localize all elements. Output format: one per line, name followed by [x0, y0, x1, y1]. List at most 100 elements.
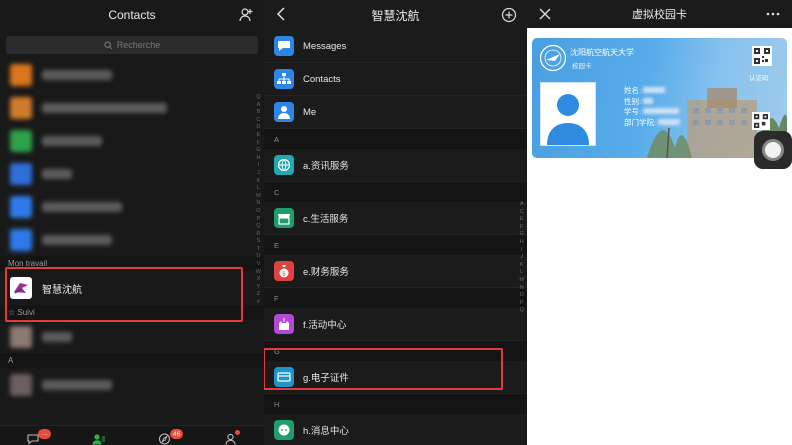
tab-contacts[interactable]	[91, 432, 105, 445]
index-letter[interactable]: E	[520, 216, 524, 224]
list-item[interactable]	[0, 368, 264, 401]
index-letter[interactable]: E	[257, 132, 261, 140]
moneybag-icon: $	[274, 261, 294, 281]
list-item-globe[interactable]: a.资讯服务	[264, 149, 527, 182]
list-item[interactable]	[0, 58, 264, 91]
index-letter[interactable]: A	[257, 102, 261, 110]
list-item-chat-bubble[interactable]: Messages	[264, 30, 527, 63]
school-emblem-icon	[539, 44, 567, 72]
list-item-shop[interactable]: c.生活服务	[264, 202, 527, 235]
org-chart-icon	[274, 69, 294, 89]
index-letter[interactable]: H	[256, 155, 260, 163]
index-letter[interactable]: J	[520, 254, 523, 262]
index-letter[interactable]: F	[257, 140, 260, 148]
index-letter[interactable]: C	[256, 117, 260, 125]
card-type: 校园卡	[572, 63, 592, 70]
index-letter[interactable]: R	[256, 231, 260, 239]
index-letter[interactable]: N	[520, 285, 524, 293]
index-letter[interactable]: Q	[520, 307, 524, 315]
tab-discover[interactable]: 46	[158, 429, 184, 445]
index-letter[interactable]: H	[520, 239, 524, 247]
index-letter[interactable]: Y	[257, 284, 261, 292]
list-item-org-chart[interactable]: Contacts	[264, 63, 527, 96]
close-icon[interactable]	[539, 8, 551, 20]
list-item-moneybag[interactable]: $ e.财务服务	[264, 255, 527, 288]
contact-name-redacted	[42, 201, 122, 212]
list-item[interactable]	[0, 223, 264, 256]
department-label: 部门学院:	[624, 117, 657, 127]
list-item[interactable]	[0, 157, 264, 190]
alphabet-index[interactable]: ACEFGHIJKLMNOPQ	[519, 201, 524, 315]
add-contact-icon[interactable]	[238, 7, 254, 23]
name-label: 姓名:	[624, 86, 642, 95]
floating-assistive-button[interactable]	[754, 131, 792, 169]
virtual-campus-card[interactable]: 沈阳航空航天大学 校园卡 认证码 姓名: 性别: 学号: 部门学院:	[532, 38, 787, 158]
contact-name-redacted	[42, 168, 72, 179]
index-letter[interactable]: B	[257, 109, 261, 117]
tab-chats[interactable]: ···	[26, 429, 51, 445]
index-letter[interactable]: S	[257, 238, 261, 246]
index-letter[interactable]: G	[256, 147, 260, 155]
index-letter[interactable]: Q	[256, 223, 260, 231]
index-letter[interactable]: V	[257, 261, 261, 269]
gender-label: 性别:	[624, 96, 642, 106]
index-letter[interactable]: P	[257, 216, 261, 224]
index-letter[interactable]: L	[520, 269, 523, 277]
contacts-header: Contacts	[0, 0, 264, 30]
contact-list	[0, 58, 264, 256]
list-item-message[interactable]: h.消息中心	[264, 414, 527, 445]
tab-me[interactable]	[224, 430, 240, 445]
index-letter[interactable]: N	[256, 200, 260, 208]
index-letter[interactable]: K	[257, 178, 261, 186]
list-item-label: Me	[303, 106, 317, 118]
index-letter[interactable]: Z	[257, 291, 260, 299]
alphabet-index[interactable]: Q A B C D E F G H I J K L M N O P Q R S T U V W X Y Z #	[256, 94, 261, 307]
chat-bubble-icon	[274, 36, 294, 56]
list-item[interactable]	[0, 190, 264, 223]
card-info: 姓名: 性别: 学号: 部门学院:	[624, 86, 681, 128]
student-id-label: 学号:	[624, 107, 642, 116]
discover-badge: 46	[170, 429, 184, 439]
list-item-label: Messages	[303, 40, 347, 52]
index-letter[interactable]: L	[257, 185, 260, 193]
list-item[interactable]	[0, 124, 264, 157]
list-item-person[interactable]: Me	[264, 96, 527, 129]
svg-text:$: $	[282, 271, 286, 278]
index-letter[interactable]: M	[519, 277, 524, 285]
list-item-label: e.财务服务	[303, 267, 349, 278]
back-icon[interactable]	[274, 6, 290, 22]
index-letter[interactable]: W	[256, 269, 261, 277]
index-letter[interactable]: M	[256, 193, 261, 201]
index-letter[interactable]: D	[256, 124, 260, 132]
index-letter[interactable]: C	[520, 209, 524, 217]
index-letter[interactable]: G	[520, 231, 524, 239]
index-letter[interactable]: K	[520, 262, 524, 270]
index-letter[interactable]: I	[258, 162, 260, 170]
highlight-box	[264, 348, 503, 390]
index-letter[interactable]: U	[256, 253, 260, 261]
contact-name-redacted	[42, 69, 112, 80]
list-item[interactable]	[0, 91, 264, 124]
index-letter[interactable]: O	[256, 208, 260, 216]
index-letter[interactable]: O	[520, 292, 524, 300]
list-item-castle[interactable]: f.活动中心	[264, 308, 527, 341]
qr-code-icon[interactable]	[752, 46, 772, 66]
index-letter[interactable]: I	[521, 247, 523, 255]
barcode-icon	[752, 112, 770, 130]
index-letter[interactable]: #	[257, 299, 260, 307]
index-letter[interactable]: A	[520, 201, 524, 209]
section-header: F	[264, 288, 527, 308]
index-letter[interactable]: F	[520, 224, 523, 232]
more-icon[interactable]	[766, 12, 780, 16]
me-dot-badge	[235, 430, 240, 435]
search-input[interactable]: Recherche	[6, 36, 258, 54]
list-item[interactable]	[0, 320, 264, 353]
index-letter[interactable]: Q	[256, 94, 260, 102]
add-circle-icon[interactable]	[501, 7, 517, 23]
index-letter[interactable]: P	[520, 300, 524, 308]
index-letter[interactable]: T	[257, 246, 260, 254]
contact-avatar	[10, 96, 32, 119]
index-letter[interactable]: X	[257, 276, 261, 284]
index-letter[interactable]: J	[257, 170, 260, 178]
app-header: 智慧沈航	[264, 0, 527, 30]
